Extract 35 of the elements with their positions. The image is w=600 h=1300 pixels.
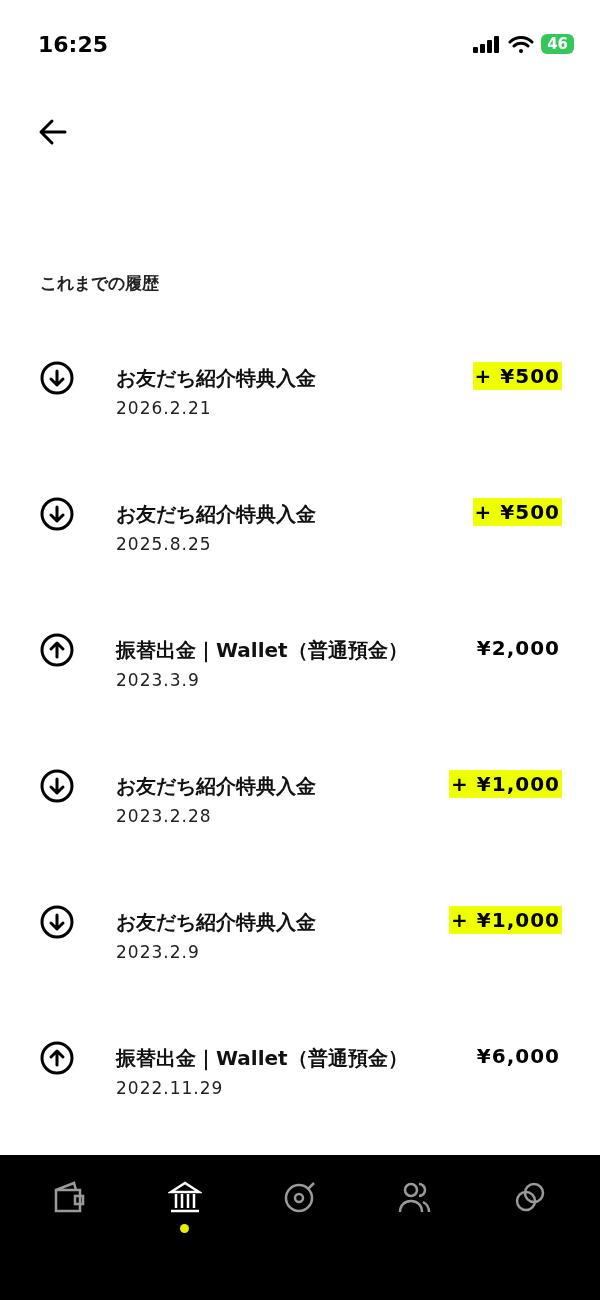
transaction-amount: + ¥1,000 xyxy=(449,906,562,934)
back-button[interactable] xyxy=(38,117,68,147)
transaction-date: 2023.3.9 xyxy=(116,669,201,692)
arrow-up-circle-icon xyxy=(40,633,74,667)
active-dot xyxy=(180,1224,190,1233)
arrow-up-circle-icon xyxy=(40,1041,74,1075)
transaction-date: 2023.2.28 xyxy=(116,805,213,828)
arrow-down-circle-icon xyxy=(40,497,74,531)
transaction-title: お友だち紹介特典入金 xyxy=(116,909,317,936)
disc-icon xyxy=(282,1180,317,1214)
transaction-title: 振替出金｜Wallet（普通預金） xyxy=(116,1045,409,1073)
transaction-date: 2023.2.9 xyxy=(116,941,201,964)
transaction-title: お友だち紹介特典入金 xyxy=(116,773,317,800)
transaction-title: お友だち紹介特典入金 xyxy=(116,501,317,528)
section-title: これまでの履歴 xyxy=(40,272,160,295)
transaction-amount: + ¥1,000 xyxy=(449,770,562,798)
transaction-title: お友だち紹介特典入金 xyxy=(116,365,317,392)
signal-icon xyxy=(473,35,502,53)
arrow-down-circle-icon xyxy=(40,905,74,939)
status-time: 16:25 xyxy=(38,31,109,57)
transaction-title: 振替出金｜Wallet（普通預金） xyxy=(116,637,409,665)
arrow-down-circle-icon xyxy=(40,769,74,803)
transaction-date: 2025.8.25 xyxy=(116,533,213,556)
transaction-date: 2026.2.21 xyxy=(116,397,213,420)
transaction-date: 2022.11.29 xyxy=(116,1077,225,1100)
transaction-amount: ¥2,000 xyxy=(475,635,561,662)
arrow-down-circle-icon xyxy=(40,361,74,395)
people-icon xyxy=(398,1180,433,1214)
wallet-icon xyxy=(52,1180,87,1214)
transaction-amount: + ¥500 xyxy=(472,362,562,390)
transaction-amount: + ¥500 xyxy=(472,498,562,526)
wifi-icon xyxy=(508,34,535,54)
battery-level: 46 xyxy=(541,34,574,54)
bank-icon xyxy=(167,1180,202,1214)
transaction-amount: ¥6,000 xyxy=(475,1043,561,1070)
